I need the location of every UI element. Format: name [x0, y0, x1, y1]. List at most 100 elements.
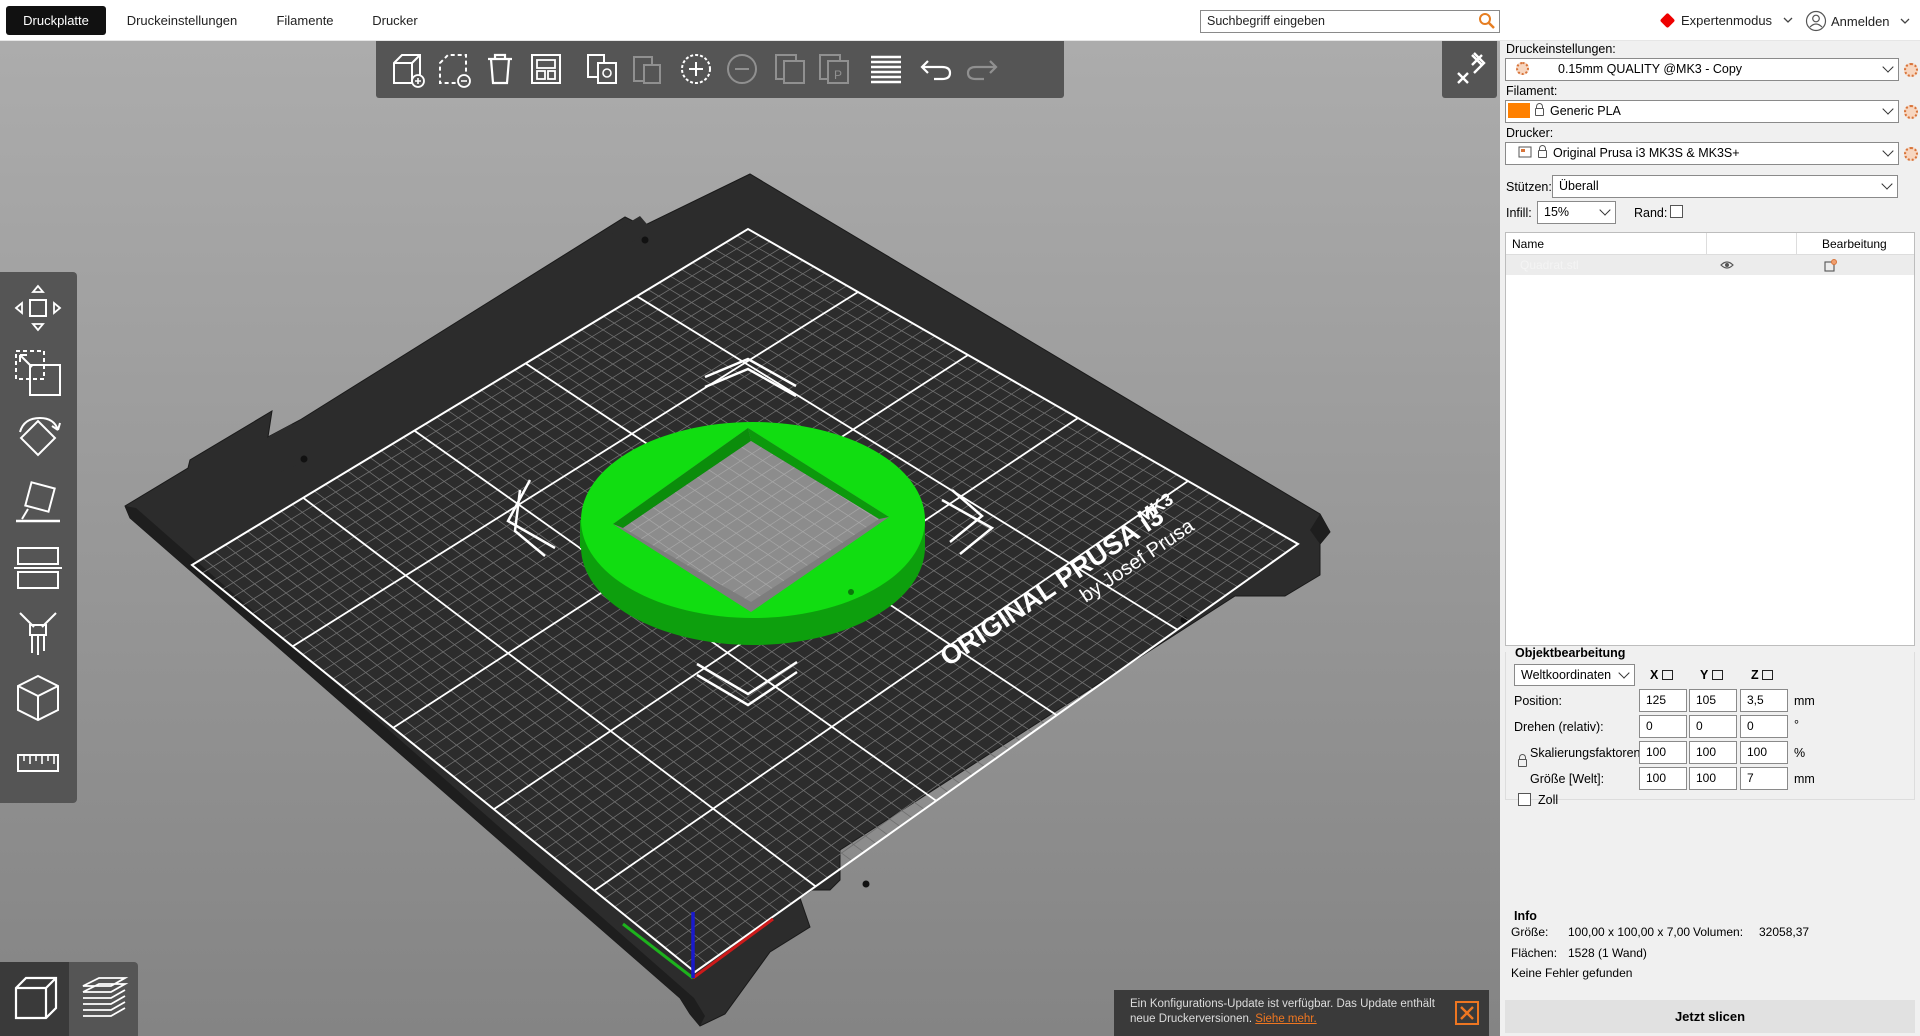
edit-filament-icon[interactable] [1904, 105, 1918, 119]
search-icon[interactable] [1478, 12, 1496, 30]
split-objects-icon[interactable] [770, 49, 810, 89]
infill-combo[interactable]: 15% [1537, 201, 1616, 224]
position-y-input[interactable]: 105 [1689, 689, 1737, 712]
filament-value: Generic PLA [1550, 104, 1621, 118]
3d-viewport[interactable]: ORIGINAL PRUSA i3 MK3 by Josef Prusa P E… [0, 41, 1500, 1036]
info-title: Info [1514, 909, 1537, 923]
view-switcher [0, 962, 138, 1036]
paste-icon[interactable] [626, 49, 666, 89]
undo-icon[interactable] [916, 49, 956, 89]
seam-painting-icon[interactable] [12, 672, 64, 724]
object-settings-icon[interactable] [1824, 258, 1838, 272]
scale-icon[interactable] [12, 347, 64, 399]
infill-label: Infill: [1506, 206, 1532, 220]
add-instance-icon[interactable] [676, 49, 716, 89]
axis-z-label: Z [1751, 668, 1774, 682]
scale-label: Skalierungsfaktoren: [1530, 746, 1644, 760]
sidebar: Druckeinstellungen: 0.15mm QUALITY @MK3 … [1500, 41, 1920, 1036]
size-y-input[interactable]: 100 [1689, 767, 1737, 790]
tab-filamente[interactable]: Filamente [266, 6, 344, 35]
infill-value: 15% [1544, 205, 1570, 219]
coordinate-system-combo[interactable]: Weltkoordinaten [1514, 664, 1635, 686]
object-list-header: Name Bearbeitung [1506, 233, 1914, 255]
inch-checkbox[interactable] [1518, 793, 1531, 806]
rotate-z-input[interactable]: 0 [1740, 715, 1788, 738]
axis-x-label: X [1650, 668, 1673, 682]
delete-all-icon[interactable] [480, 49, 520, 89]
place-on-face-icon[interactable] [12, 477, 64, 529]
rotate-label: Drehen (relativ): [1514, 720, 1604, 734]
top-toolbar: P [376, 41, 1064, 98]
coord-system-value: Weltkoordinaten [1521, 668, 1612, 682]
scale-z-input[interactable]: 100 [1740, 741, 1788, 764]
cut-icon[interactable] [12, 542, 64, 594]
rotate-unit: ° [1794, 718, 1799, 732]
scale-unit: % [1794, 746, 1806, 760]
rotate-y-input[interactable]: 0 [1689, 715, 1737, 738]
brim-checkbox[interactable] [1670, 205, 1683, 218]
rotate-x-input[interactable]: 0 [1639, 715, 1687, 738]
remove-instance-icon[interactable] [722, 49, 762, 89]
tab-druckplatte[interactable]: Druckplatte [6, 6, 106, 35]
lock-icon [1535, 103, 1544, 116]
printer-combo[interactable]: Original Prusa i3 MK3S & MK3S+ [1505, 142, 1899, 165]
print-settings-value: 0.15mm QUALITY @MK3 - Copy [1558, 62, 1743, 76]
layers-editing-icon[interactable] [866, 49, 906, 89]
lock-icon [1538, 145, 1547, 158]
info-facets-value: 1528 (1 Wand) [1568, 946, 1647, 960]
size-unit: mm [1794, 772, 1815, 786]
chevron-down-icon [1900, 18, 1910, 24]
eye-icon[interactable] [1720, 259, 1734, 271]
tab-drucker[interactable]: Drucker [360, 6, 430, 35]
search-input[interactable]: Suchbegriff eingeben [1200, 10, 1500, 33]
filament-combo[interactable]: Generic PLA [1505, 100, 1899, 123]
slice-now-button[interactable]: Jetzt slicen [1505, 1000, 1915, 1033]
measure-icon[interactable] [12, 737, 64, 789]
3d-view-button[interactable] [0, 962, 69, 1036]
split-parts-icon[interactable]: P [814, 49, 854, 89]
copy-icon[interactable] [582, 49, 622, 89]
preview-button[interactable] [69, 962, 138, 1036]
print-settings-combo[interactable]: 0.15mm QUALITY @MK3 - Copy [1505, 58, 1899, 81]
supports-combo[interactable]: Überall [1552, 175, 1898, 198]
info-volume-value: 32058,37 [1759, 925, 1810, 939]
account-button[interactable]: Anmelden [1805, 10, 1911, 32]
chevron-down-icon [1599, 204, 1611, 216]
object-row[interactable]: Quadrat.stl [1506, 255, 1914, 275]
position-label: Position: [1514, 694, 1562, 708]
scene: ORIGINAL PRUSA i3 MK3 by Josef Prusa [124, 173, 1331, 1027]
tab-druckeinstellungen[interactable]: Druckeinstellungen [118, 6, 246, 35]
rotate-icon[interactable] [12, 412, 64, 464]
edit-printer-icon[interactable] [1904, 147, 1918, 161]
move-icon[interactable] [12, 282, 64, 334]
filament-color-swatch [1508, 103, 1530, 118]
position-x-input[interactable]: 125 [1639, 689, 1687, 712]
scale-x-input[interactable]: 100 [1639, 741, 1687, 764]
printer-icon [1518, 146, 1532, 158]
size-x-input[interactable]: 100 [1639, 767, 1687, 790]
object-manipulation-panel: Objektbearbeitung Weltkoordinaten X Y Z … [1505, 646, 1915, 807]
notification-close-button[interactable] [1455, 1001, 1479, 1025]
scale-y-input[interactable]: 100 [1689, 741, 1737, 764]
paint-supports-icon[interactable] [12, 607, 64, 659]
add-object-icon[interactable] [388, 49, 428, 89]
supports-value: Überall [1559, 179, 1599, 193]
arrange-icon[interactable] [526, 49, 566, 89]
printer-value: Original Prusa i3 MK3S & MK3S+ [1553, 146, 1740, 160]
close-icon [1460, 1006, 1474, 1020]
edit-print-settings-icon[interactable] [1904, 63, 1918, 77]
collapse-sidebar-button[interactable] [1442, 41, 1497, 98]
column-name: Name [1512, 237, 1545, 251]
redo-icon[interactable] [962, 49, 1002, 89]
mode-selector[interactable]: Expertenmodus [1659, 10, 1794, 32]
lock-scale-icon[interactable] [1518, 754, 1527, 767]
size-label: Größe [Welt]: [1530, 772, 1605, 786]
left-toolbar [0, 272, 77, 803]
notification-link[interactable]: Siehe mehr. [1255, 1013, 1316, 1025]
delete-object-icon[interactable] [434, 49, 474, 89]
position-z-input[interactable]: 3,5 [1740, 689, 1788, 712]
print-settings-label: Druckeinstellungen: [1506, 42, 1616, 56]
size-z-input[interactable]: 7 [1740, 767, 1788, 790]
manip-title: Objektbearbeitung [1512, 646, 1629, 660]
chevron-down-icon [1882, 145, 1894, 157]
